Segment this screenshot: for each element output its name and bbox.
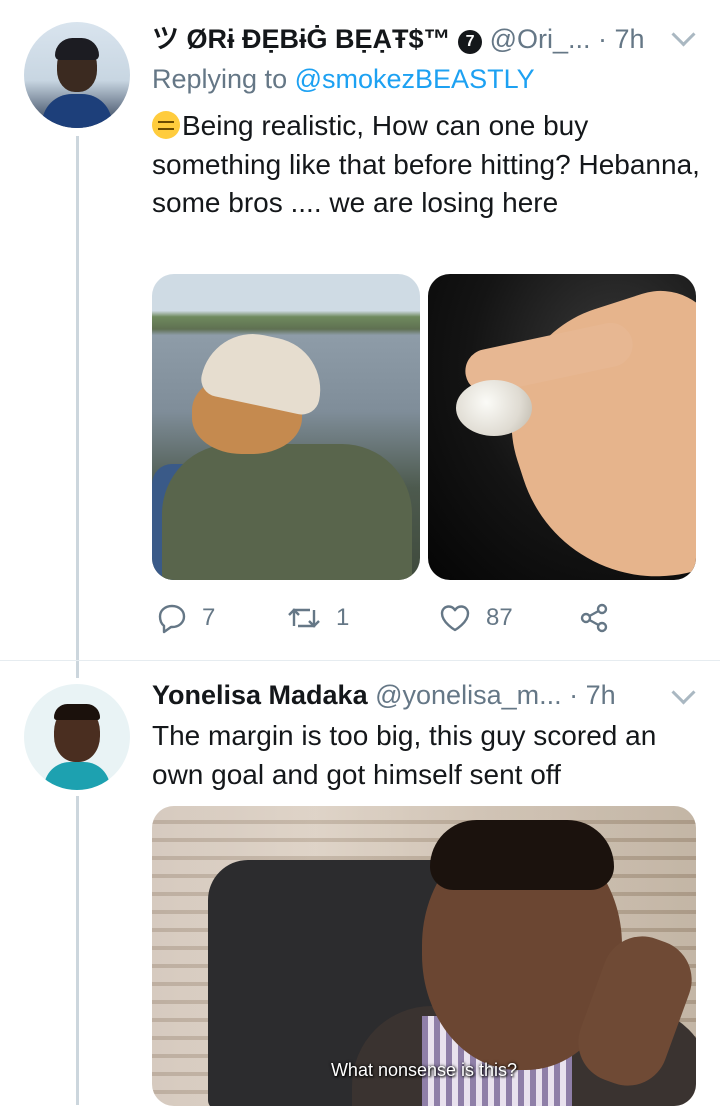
- media-image-reaction[interactable]: What nonsense is this?: [152, 806, 696, 1106]
- media-image-dog[interactable]: [152, 274, 420, 580]
- avatar-body: [44, 762, 110, 790]
- user-handle[interactable]: @yonelisa_m...: [375, 680, 561, 710]
- mention-link[interactable]: @smokezBEASTLY: [295, 64, 535, 94]
- thread-line: [76, 136, 79, 678]
- retweet-button[interactable]: 1: [286, 602, 349, 634]
- timestamp[interactable]: 7h: [586, 680, 616, 710]
- avatar-body: [42, 94, 112, 128]
- tweet-header: ツ ØRɨ ĐẸBɨĠ BẸẠŦ$™ 7 @Ori_... · 7h: [152, 22, 645, 56]
- separator-dot: ·: [598, 24, 607, 54]
- heart-icon: [440, 605, 470, 632]
- share-button[interactable]: [578, 602, 610, 634]
- reply-button[interactable]: 7: [156, 602, 215, 634]
- avatar-hair: [54, 704, 100, 720]
- media-image-brain[interactable]: [428, 274, 696, 580]
- tweet-text: Being realistic, How can one buy somethi…: [152, 107, 702, 223]
- media-caption: What nonsense is this?: [330, 1060, 518, 1080]
- retweet-icon: [288, 608, 320, 628]
- timestamp[interactable]: 7h: [615, 24, 645, 54]
- badge-icon: 7: [458, 30, 483, 54]
- share-icon: [580, 603, 608, 633]
- avatar-cap: [55, 38, 99, 60]
- divider: [0, 660, 720, 661]
- like-button[interactable]: 87: [438, 602, 513, 634]
- retweet-count: 1: [336, 604, 350, 631]
- tweet-actions: 7 1 87: [152, 602, 692, 638]
- reply-count: 7: [202, 604, 216, 631]
- avatar[interactable]: [24, 22, 130, 128]
- chevron-down-icon[interactable]: [671, 680, 696, 705]
- reply-icon: [158, 604, 186, 634]
- expressionless-face-icon: [152, 111, 180, 139]
- display-name[interactable]: ツ ØRɨ ĐẸBɨĠ BẸẠŦ$™: [152, 24, 451, 54]
- separator-dot: ·: [569, 680, 579, 710]
- avatar[interactable]: [24, 684, 130, 790]
- display-name[interactable]: Yonelisa Madaka: [152, 680, 368, 710]
- chevron-down-icon[interactable]: [671, 22, 696, 47]
- replying-to: Replying to @smokezBEASTLY: [152, 64, 535, 95]
- image-detail: [456, 380, 532, 436]
- user-handle[interactable]: @Ori_...: [490, 24, 591, 54]
- image-detail: [162, 444, 412, 580]
- tweet-header: Yonelisa Madaka @yonelisa_m... · 7h: [152, 678, 616, 712]
- tweet-body: The margin is too big, this guy scored a…: [152, 720, 657, 790]
- tweet-body: Being realistic, How can one buy somethi…: [152, 110, 700, 218]
- thread-line: [76, 796, 79, 1105]
- replying-label: Replying to: [152, 64, 288, 94]
- image-detail: [430, 820, 614, 890]
- like-count: 87: [486, 604, 513, 631]
